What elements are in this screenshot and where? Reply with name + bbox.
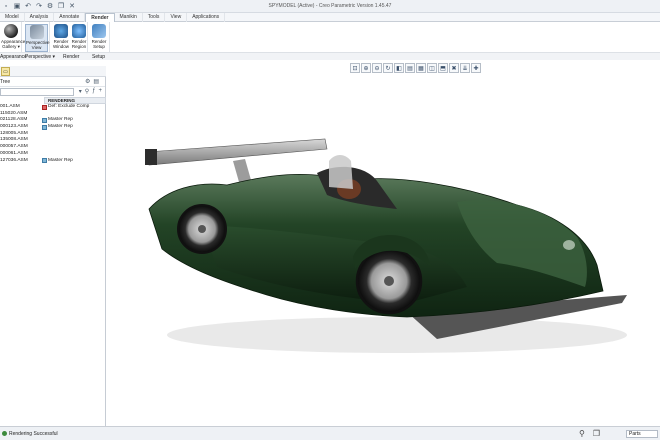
view-manager-icon[interactable]: ▦: [416, 63, 426, 73]
search-dropdown-icon[interactable]: ▾: [79, 88, 82, 95]
table-row[interactable]: 001.ASM Def: Exclude Comp: [0, 104, 105, 111]
master-rep-icon: [42, 118, 47, 124]
sphere-icon: [4, 24, 18, 38]
tree-title: Tree: [0, 79, 11, 85]
find-icon[interactable]: ⚲: [579, 429, 585, 438]
render-setup-label: Render Setup: [91, 39, 107, 49]
spin-center-icon[interactable]: ✚: [471, 63, 481, 73]
perspective-view-button[interactable]: Perspective View: [25, 24, 50, 52]
tab-annotate[interactable]: Annotate: [54, 13, 86, 22]
row-name: 001.ASM: [0, 104, 20, 109]
row-name: 000061.ASM: [0, 150, 28, 156]
appearance-group-label: Appearance: [0, 54, 27, 60]
perspective-group-label[interactable]: Perspective ▾: [25, 54, 55, 60]
ribbon-group-labels: Appearance Perspective ▾ Render Setup: [0, 52, 660, 60]
model-tree-panel: Tree ⚙ ▤ ▾ ⚲ ƒ + RENDERING 001.ASM Def: …: [0, 77, 106, 426]
tab-view[interactable]: View: [165, 13, 188, 22]
selection-filter[interactable]: Parts: [626, 430, 658, 438]
graphics-window[interactable]: [107, 77, 660, 426]
annotation-display-icon[interactable]: ⇊: [460, 63, 470, 73]
table-row[interactable]: 000061.ASM: [0, 151, 105, 158]
perspective-toggle-icon[interactable]: ◫: [427, 63, 437, 73]
tree-settings-icon[interactable]: ⚙: [85, 78, 90, 85]
table-row[interactable]: 000057.ASM: [0, 144, 105, 151]
render-window-button[interactable]: Render Window: [51, 24, 71, 49]
row-name: 127036.ASM: [0, 157, 28, 163]
status-bar: Rendering Successful ⚲ ❐ Parts: [0, 426, 660, 440]
datum-display-icon[interactable]: ✖: [449, 63, 459, 73]
window-layout-icon[interactable]: ❐: [593, 429, 600, 438]
render-setup-icon: [92, 24, 106, 38]
master-rep-icon: [42, 158, 47, 164]
tab-model[interactable]: Model: [0, 13, 25, 22]
car-shadow: [167, 317, 627, 353]
front-wheel-hub: [384, 276, 394, 286]
render-setup-button[interactable]: Render Setup: [89, 24, 109, 49]
refit-icon[interactable]: ⊡: [350, 63, 360, 73]
tree-search-input[interactable]: [0, 88, 74, 96]
zoom-in-icon[interactable]: ⊕: [361, 63, 371, 73]
render-region-button[interactable]: Render Region: [69, 24, 89, 49]
navigator-tabs: ▭: [0, 66, 106, 77]
folder-browser-icon[interactable]: ▭: [1, 67, 10, 76]
binoculars-icon[interactable]: ⚲: [85, 88, 89, 95]
tree-columns: RENDERING: [0, 97, 106, 104]
tree-show-icon[interactable]: ▤: [93, 78, 99, 85]
exclude-icon: [42, 104, 47, 110]
graphics-toolbar: ⊡ ⊕ ⊖ ↻ ◧ ▤ ▦ ◫ ⬒ ✖ ⇊ ✚: [350, 63, 481, 74]
rear-wheel-hub: [198, 225, 206, 233]
roll-hoop: [329, 155, 353, 189]
ribbon-tabs: Model Analysis Annotate Render Manikin T…: [0, 13, 660, 22]
render-region-icon: [72, 24, 86, 38]
display-style-icon[interactable]: ◧: [394, 63, 404, 73]
row-name: 000123.ASM: [0, 124, 28, 130]
tab-manikin[interactable]: Manikin: [115, 13, 143, 22]
zoom-out-icon[interactable]: ⊖: [372, 63, 382, 73]
master-rep-icon: [42, 124, 47, 130]
rendering-column-header[interactable]: RENDERING: [44, 97, 106, 104]
tree-rows: 001.ASM Def: Exclude Comp 115020.ASM 021…: [0, 104, 105, 164]
perspective-icon: [29, 25, 44, 39]
saved-orientations-icon[interactable]: ▤: [405, 63, 415, 73]
tab-render[interactable]: Render: [85, 13, 115, 22]
headlight: [563, 240, 575, 250]
section-icon[interactable]: ⬒: [438, 63, 448, 73]
window-title: SPYMODEL (Active) - Creo Parametric Vers…: [268, 3, 392, 9]
wing-endplate: [145, 149, 157, 165]
table-row[interactable]: 127036.ASM Master Rep: [0, 158, 105, 165]
filter-icon[interactable]: ƒ: [92, 88, 95, 95]
tree-header: Tree ⚙ ▤: [0, 77, 105, 87]
row-rendering: Master Rep: [48, 157, 73, 163]
tab-analysis[interactable]: Analysis: [25, 13, 55, 22]
table-row[interactable]: 000123.ASM Master Rep: [0, 124, 105, 131]
add-column-icon[interactable]: +: [98, 88, 102, 95]
perspective-view-label: Perspective View: [26, 40, 50, 50]
row-rendering: Def: Exclude Comp: [48, 104, 90, 109]
row-rendering: Master Rep: [48, 124, 73, 130]
row-name: 000057.ASM: [0, 144, 28, 150]
tab-tools[interactable]: Tools: [143, 13, 166, 22]
render-window-label: Render Window: [52, 39, 69, 49]
render-window-icon: [54, 24, 68, 38]
setup-group-label: Setup: [92, 54, 106, 60]
render-region-label: Render Region: [71, 39, 87, 49]
title-bar: ▫ ▣ ↶ ↷ ⚙ ❐ ✕ SPYMODEL (Active) - Creo P…: [0, 0, 660, 13]
render-group-label: Render: [63, 54, 80, 60]
appearance-gallery-button[interactable]: Appearance Gallery ▾: [1, 24, 25, 49]
race-car-render: [145, 138, 627, 353]
status-ok-icon: [2, 431, 7, 436]
repaint-icon[interactable]: ↻: [383, 63, 393, 73]
tree-search-row: ▾ ⚲ ƒ +: [0, 87, 105, 97]
tab-applications[interactable]: Applications: [187, 13, 226, 22]
status-message: Rendering Successful: [9, 431, 58, 437]
